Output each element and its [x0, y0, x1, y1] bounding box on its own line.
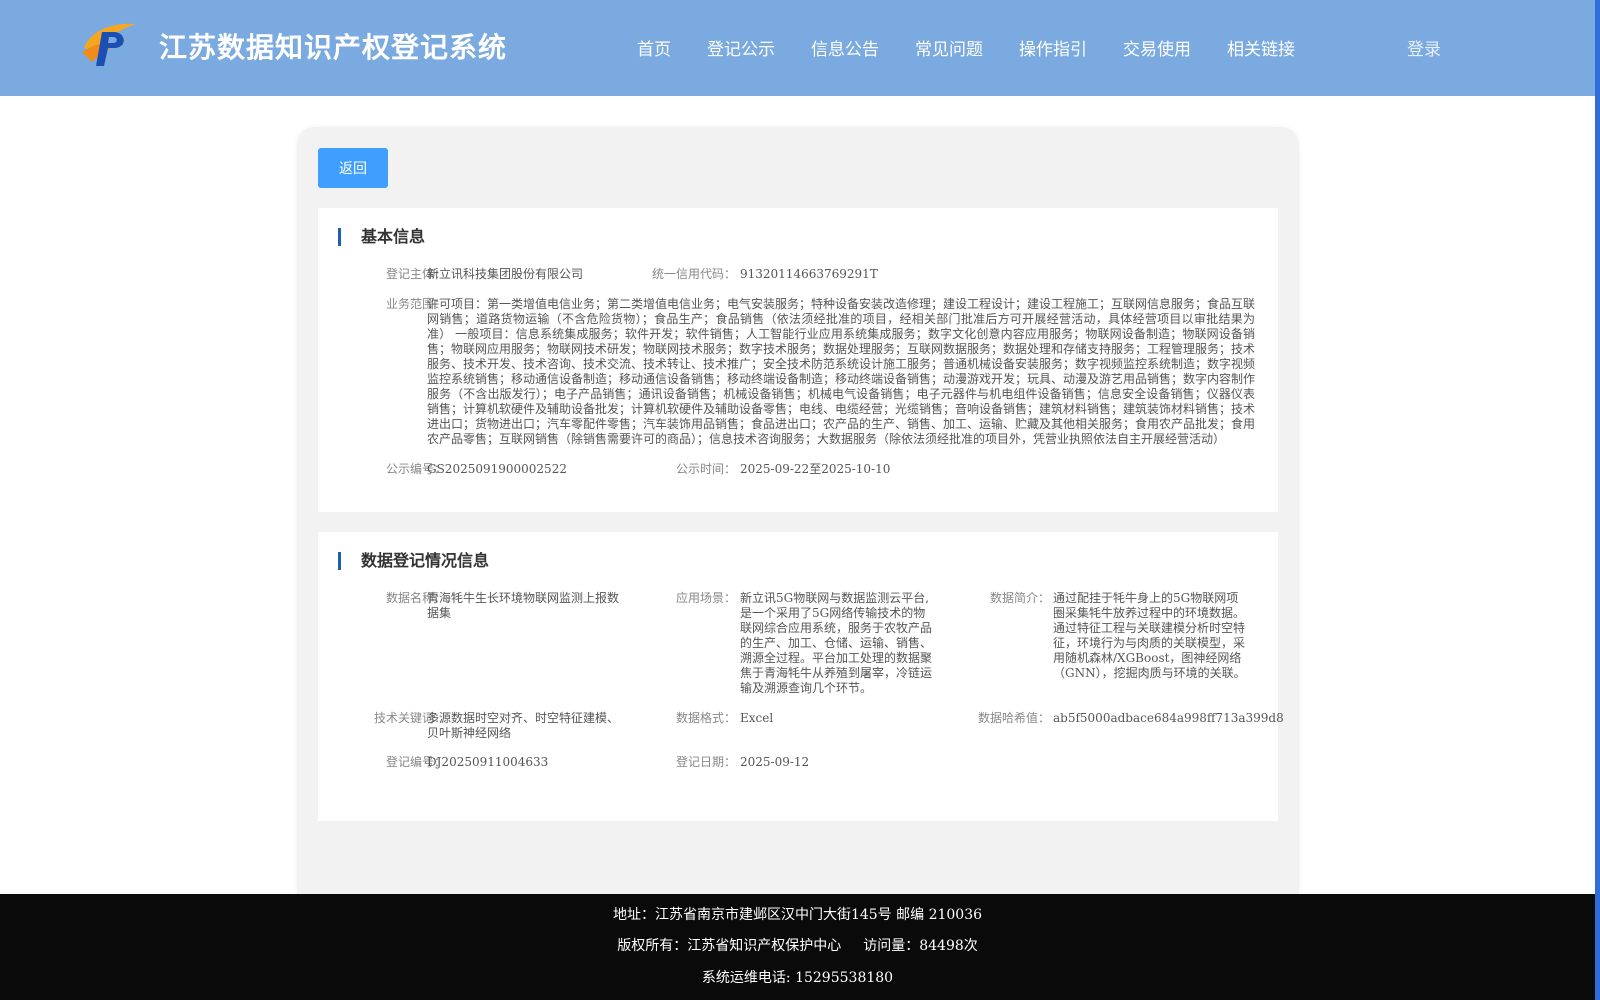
site-title: 江苏数据知识产权登记系统 [159, 31, 508, 64]
publication-number-value: GS2025091900002522 [427, 462, 567, 476]
footer-copyright-line: 版权所有：江苏省知识产权保护中心 访问量：84498次 [0, 935, 1595, 955]
registration-date-value: 2025-09-12 [740, 755, 810, 769]
site-header: 江苏数据知识产权登记系统 首页 登记公示 信息公告 常见问题 操作指引 交易使用… [0, 0, 1595, 96]
nav-trade[interactable]: 交易使用 [1123, 35, 1191, 60]
basic-info-card: 基本信息 登记主体： 新立讯科技集团股份有限公司 统一信用代码： 9132011… [318, 208, 1278, 512]
publication-time-value: 2025-09-22至2025-10-10 [740, 462, 890, 477]
format-value: Excel [740, 711, 774, 725]
credit-code-value: 91320114663769291T [740, 267, 878, 281]
nav-announcements[interactable]: 信息公告 [811, 35, 879, 60]
scenario-label: 应用场景： [675, 591, 736, 605]
publication-time-label: 公示时间： [675, 462, 736, 476]
site-logo-icon[interactable] [80, 18, 140, 70]
subject-value: 新立讯科技集团股份有限公司 [427, 267, 584, 281]
registration-date-label: 登记日期： [675, 755, 736, 769]
data-name-value: 青海牦牛生长环境物联网监测上报数据集 [427, 591, 620, 620]
credit-code-label: 统一信用代码： [651, 267, 736, 281]
publication-start: 2025-09-22 [740, 462, 810, 476]
nav-registration-public[interactable]: 登记公示 [707, 35, 775, 60]
publication-to: 至 [809, 462, 822, 476]
scope-value: 许可项目：第一类增值电信业务；第二类增值电信业务；电气安装服务；特种设备安装改造… [427, 297, 1256, 446]
keywords-value: 多源数据时空对齐、时空特征建模、贝叶斯神经网络 [427, 711, 620, 740]
data-intro-label: 数据简介： [989, 591, 1050, 605]
footer-visits: 访问量：84498次 [863, 938, 978, 954]
basic-info-title: 基本信息 [338, 228, 425, 246]
main-nav: 首页 登记公示 信息公告 常见问题 操作指引 交易使用 相关链接 [637, 35, 1331, 60]
nav-faq[interactable]: 常见问题 [915, 35, 983, 60]
hash-value: ab5f5000adbace684a998ff713a399d8 [1053, 711, 1284, 725]
hash-label: 数据哈希值： [977, 711, 1050, 725]
format-label: 数据格式： [675, 711, 736, 725]
back-button[interactable]: 返回 [318, 148, 388, 188]
footer-copyright: 版权所有：江苏省知识产权保护中心 [617, 938, 842, 954]
registration-number-value: DJ20250911004633 [427, 755, 549, 769]
footer-phone: 系统运维电话: 15295538180 [701, 970, 894, 986]
scenario-value: 新立讯5G物联网与数据监测云平台,是一个采用了5G网络传输技术的物联网综合应用系… [740, 591, 933, 695]
registration-info-title: 数据登记情况信息 [338, 552, 489, 570]
registration-info-card: 数据登记情况信息 数据名称： 青海牦牛生长环境物联网监测上报数据集 应用场景： … [318, 532, 1284, 821]
footer-address: 地址：江苏省南京市建邺区汉中门大街145号 邮编 210036 [612, 907, 983, 923]
right-edge-strip [1595, 0, 1600, 1000]
nav-guide[interactable]: 操作指引 [1019, 35, 1087, 60]
nav-links[interactable]: 相关链接 [1227, 35, 1295, 60]
login-link[interactable]: 登录 [1407, 35, 1441, 60]
data-intro-value: 通过配挂于牦牛身上的5G物联网项圈采集牦牛放养过程中的环境数据。通过特征工程与关… [1053, 591, 1246, 680]
nav-home[interactable]: 首页 [637, 35, 671, 60]
publication-end: 2025-10-10 [821, 462, 891, 476]
site-footer: 地址：江苏省南京市建邺区汉中门大街145号 邮编 210036 版权所有：江苏省… [0, 894, 1595, 1000]
